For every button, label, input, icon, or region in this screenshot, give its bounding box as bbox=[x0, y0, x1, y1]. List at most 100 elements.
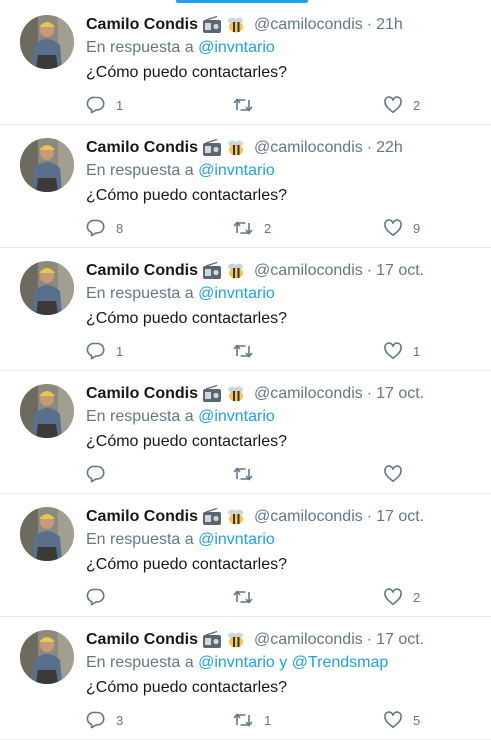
bee-icon bbox=[226, 631, 246, 649]
reply-button[interactable]: 8 bbox=[86, 218, 123, 238]
mention-link[interactable]: @invntario bbox=[198, 408, 275, 425]
reply-button[interactable] bbox=[86, 587, 116, 607]
reply-prefix: En respuesta a bbox=[86, 408, 194, 425]
tweet-timestamp[interactable]: 22h bbox=[376, 139, 403, 157]
tweet-text: ¿Cómo puedo contactarles? bbox=[86, 679, 287, 696]
bee-icon bbox=[226, 16, 246, 34]
retweet-count: 2 bbox=[264, 220, 272, 236]
author-handle[interactable]: @camilocondis bbox=[254, 139, 363, 157]
bee-icon bbox=[226, 262, 246, 280]
retweet-icon bbox=[233, 98, 253, 112]
author-handle[interactable]: @camilocondis bbox=[254, 631, 363, 649]
separator-dot: · bbox=[366, 139, 373, 156]
mention-link[interactable]: @invntario bbox=[198, 39, 275, 56]
reply-context: En respuesta a @invntario bbox=[86, 408, 275, 426]
like-button[interactable]: 1 bbox=[383, 341, 420, 361]
tweet-timestamp[interactable]: 17 oct. bbox=[376, 631, 424, 649]
avatar[interactable] bbox=[20, 384, 74, 438]
author-name[interactable]: Camilo Condis bbox=[86, 385, 198, 403]
reply-prefix: En respuesta a bbox=[86, 654, 194, 671]
avatar[interactable] bbox=[20, 630, 74, 684]
separator-dot: · bbox=[366, 508, 373, 525]
like-button[interactable]: 2 bbox=[383, 587, 420, 607]
author-handle[interactable]: @camilocondis bbox=[254, 262, 363, 280]
tweet-timestamp[interactable]: 17 oct. bbox=[376, 262, 424, 280]
reply-button[interactable]: 1 bbox=[86, 95, 123, 115]
author-name[interactable]: Camilo Condis bbox=[86, 16, 198, 34]
reply-icon bbox=[86, 588, 105, 606]
heart-icon bbox=[384, 219, 402, 236]
mention-link[interactable]: @invntario bbox=[198, 654, 275, 671]
tweet-text: ¿Cómo puedo contactarles? bbox=[86, 187, 287, 204]
avatar[interactable] bbox=[20, 15, 74, 69]
like-button[interactable]: 5 bbox=[383, 710, 420, 730]
bee-icon bbox=[226, 508, 246, 526]
mention-link[interactable]: @Trendsmap bbox=[292, 654, 389, 671]
radio-icon bbox=[202, 262, 222, 280]
like-button[interactable]: 2 bbox=[383, 95, 420, 115]
like-button[interactable]: 9 bbox=[383, 218, 420, 238]
tweet-text: ¿Cómo puedo contactarles? bbox=[86, 310, 287, 327]
tweet-timestamp[interactable]: 17 oct. bbox=[376, 385, 424, 403]
reply-context: En respuesta a @invntario bbox=[86, 39, 275, 57]
reply-context: En respuesta a @invntario bbox=[86, 162, 275, 180]
tweet-text: ¿Cómo puedo contactarles? bbox=[86, 433, 287, 450]
reply-count: 8 bbox=[116, 220, 124, 236]
heart-icon bbox=[384, 96, 402, 113]
mention-link[interactable]: @invntario bbox=[198, 285, 275, 302]
reply-count: 1 bbox=[116, 343, 124, 359]
retweet-button[interactable] bbox=[232, 341, 264, 361]
radio-icon bbox=[202, 139, 222, 157]
retweet-count: 1 bbox=[264, 712, 272, 728]
reply-icon bbox=[86, 96, 105, 114]
avatar[interactable] bbox=[20, 138, 74, 192]
author-name[interactable]: Camilo Condis bbox=[86, 508, 198, 526]
reply-prefix: En respuesta a bbox=[86, 531, 194, 548]
author-handle[interactable]: @camilocondis bbox=[254, 16, 363, 34]
retweet-icon bbox=[233, 467, 253, 481]
mention-link[interactable]: @invntario bbox=[198, 531, 275, 548]
avatar[interactable] bbox=[20, 261, 74, 315]
like-button[interactable] bbox=[383, 464, 413, 484]
author-name[interactable]: Camilo Condis bbox=[86, 631, 198, 649]
tweet-item[interactable]: Camilo Condis @camilocondis · 17 oct. En… bbox=[0, 617, 491, 740]
author-handle[interactable]: @camilocondis bbox=[254, 385, 363, 403]
reply-icon bbox=[86, 342, 105, 360]
reply-icon bbox=[86, 219, 105, 237]
radio-icon bbox=[202, 508, 222, 526]
retweet-button[interactable] bbox=[232, 587, 264, 607]
separator-dot: · bbox=[366, 631, 373, 648]
author-name[interactable]: Camilo Condis bbox=[86, 262, 198, 280]
reply-button[interactable]: 1 bbox=[86, 341, 123, 361]
reply-context: En respuesta a @invntario bbox=[86, 531, 275, 549]
retweet-button[interactable]: 1 bbox=[232, 710, 271, 730]
tweet-timestamp[interactable]: 17 oct. bbox=[376, 508, 424, 526]
retweet-button[interactable] bbox=[232, 95, 264, 115]
separator-dot: · bbox=[366, 262, 373, 279]
tweet-item[interactable]: Camilo Condis @camilocondis · 22h En res… bbox=[0, 125, 491, 248]
tweet-text: ¿Cómo puedo contactarles? bbox=[86, 556, 287, 573]
tweet-timestamp[interactable]: 21h bbox=[376, 16, 403, 34]
tweet-item[interactable]: Camilo Condis @camilocondis · 17 oct. En… bbox=[0, 248, 491, 371]
author-handle[interactable]: @camilocondis bbox=[254, 508, 363, 526]
reply-prefix: En respuesta a bbox=[86, 39, 194, 56]
heart-icon bbox=[384, 342, 402, 359]
bee-icon bbox=[226, 139, 246, 157]
retweet-button[interactable]: 2 bbox=[232, 218, 271, 238]
tweet-item[interactable]: Camilo Condis @camilocondis · 17 oct. En… bbox=[0, 494, 491, 617]
tweet-item[interactable]: Camilo Condis @camilocondis · 21h En res… bbox=[0, 2, 491, 125]
like-count: 2 bbox=[413, 97, 421, 113]
retweet-icon bbox=[233, 344, 253, 358]
tweet-item[interactable]: Camilo Condis @camilocondis · 17 oct. En… bbox=[0, 371, 491, 494]
author-name[interactable]: Camilo Condis bbox=[86, 139, 198, 157]
mention-link[interactable]: @invntario bbox=[198, 162, 275, 179]
like-count: 1 bbox=[413, 343, 421, 359]
retweet-button[interactable] bbox=[232, 464, 264, 484]
reply-prefix: En respuesta a bbox=[86, 285, 194, 302]
separator-dot: · bbox=[366, 385, 373, 402]
radio-icon bbox=[202, 16, 222, 34]
reply-button[interactable] bbox=[86, 464, 116, 484]
reply-button[interactable]: 3 bbox=[86, 710, 123, 730]
avatar[interactable] bbox=[20, 507, 74, 561]
radio-icon bbox=[202, 631, 222, 649]
